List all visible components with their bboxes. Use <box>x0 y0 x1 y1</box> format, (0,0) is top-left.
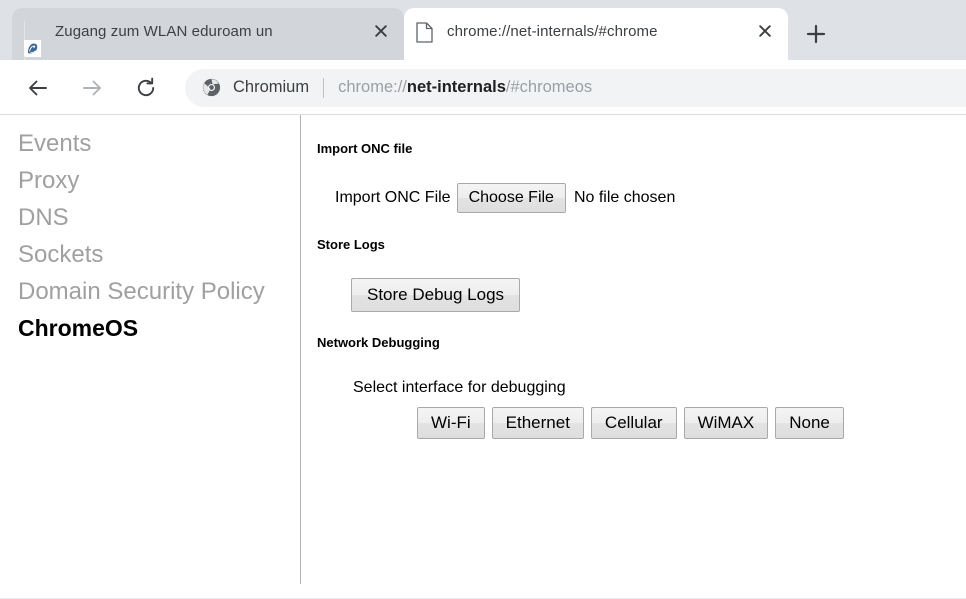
crest-icon <box>24 20 43 60</box>
sidebar-item-sockets[interactable]: Sockets <box>18 236 300 273</box>
tab-eduroam[interactable]: Zugang zum WLAN eduroam un <box>12 8 404 60</box>
forward-arrow-icon <box>72 68 112 108</box>
store-logs-heading: Store Logs <box>317 237 385 252</box>
interface-button-none[interactable]: None <box>775 407 844 439</box>
url-text: chrome://net-internals/#chromeos <box>338 78 592 97</box>
net-internals-page: Events Proxy DNS Sockets Domain Security… <box>0 115 966 599</box>
select-interface-label: Select interface for debugging <box>353 379 566 396</box>
sidebar-item-chromeos[interactable]: ChromeOS <box>18 310 300 347</box>
file-status-text: No file chosen <box>573 189 676 206</box>
tab-title: chrome://net-internals/#chrome <box>447 22 658 40</box>
import-onc-label: Import ONC File <box>335 189 451 206</box>
address-bar[interactable]: Chromium chrome://net-internals/#chromeo… <box>185 68 966 107</box>
url-host: net-internals <box>406 78 506 96</box>
import-onc-body: Import ONC File Choose File No file chos… <box>317 183 966 213</box>
import-onc-row: Import ONC File Choose File No file chos… <box>335 183 966 213</box>
browser-toolbar: Chromium chrome://net-internals/#chromeo… <box>0 60 966 115</box>
interface-button-group: Wi-Fi Ethernet Cellular WiMAX None <box>417 407 966 439</box>
url-path: /#chromeos <box>505 78 593 96</box>
page-viewport: Events Proxy DNS Sockets Domain Security… <box>0 115 966 599</box>
tab-title: Zugang zum WLAN eduroam un <box>55 22 273 40</box>
store-debug-logs-button[interactable]: Store Debug Logs <box>351 278 521 312</box>
network-debugging-heading: Network Debugging <box>317 335 440 350</box>
close-icon[interactable] <box>752 18 778 44</box>
back-arrow-icon[interactable] <box>18 68 58 108</box>
reload-icon[interactable] <box>126 68 166 108</box>
chromium-icon <box>202 78 221 97</box>
omnibox-separator <box>323 77 325 98</box>
tab-strip: Zugang zum WLAN eduroam un chrome://net-… <box>0 0 966 60</box>
interface-button-ethernet[interactable]: Ethernet <box>491 407 584 439</box>
sidebar-item-proxy[interactable]: Proxy <box>18 162 300 199</box>
close-icon[interactable] <box>368 18 394 44</box>
interface-button-wimax[interactable]: WiMAX <box>683 407 769 439</box>
net-internals-sidebar: Events Proxy DNS Sockets Domain Security… <box>0 115 300 599</box>
browser-window: Zugang zum WLAN eduroam un chrome://net-… <box>0 0 966 599</box>
import-onc-heading: Import ONC file <box>317 141 413 156</box>
network-debugging-body: Select interface for debugging Wi-Fi Eth… <box>317 379 966 439</box>
choose-file-button[interactable]: Choose File <box>456 183 566 213</box>
sidebar-item-domain-security-policy[interactable]: Domain Security Policy <box>18 273 300 310</box>
interface-button-cellular[interactable]: Cellular <box>590 407 677 439</box>
url-prefix: chrome:// <box>338 78 407 96</box>
interface-button-wifi[interactable]: Wi-Fi <box>417 407 485 439</box>
sidebar-item-events[interactable]: Events <box>18 125 300 162</box>
new-tab-button[interactable] <box>800 18 832 50</box>
chromeos-panel: Import ONC file Import ONC File Choose F… <box>301 115 966 599</box>
store-logs-body: Store Debug Logs <box>317 278 966 312</box>
sidebar-item-dns[interactable]: DNS <box>18 199 300 236</box>
document-icon <box>416 21 435 43</box>
tab-net-internals[interactable]: chrome://net-internals/#chrome <box>404 8 788 60</box>
page-identity-label: Chromium <box>233 78 310 96</box>
